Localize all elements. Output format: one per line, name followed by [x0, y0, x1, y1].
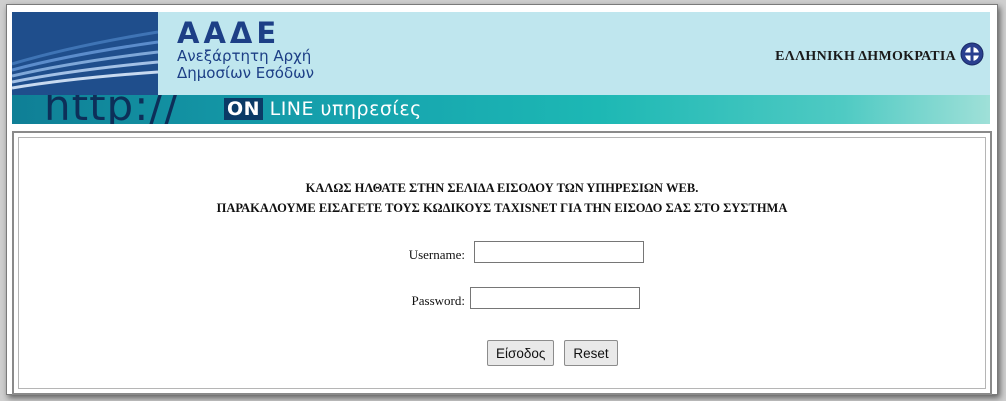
login-submit-button[interactable]: Είσοδος	[487, 340, 555, 366]
site-header: ΑΑΔΕ Ανεξάρτητη Αρχή Δημοσίων Εσόδων ΕΛΛ…	[12, 12, 990, 124]
banner-on-text: ON	[224, 98, 264, 120]
welcome-message: ΚΑΛΩΣ ΗΛΘΑΤΕ ΣΤΗΝ ΣΕΛΙΔΑ ΕΙΣΟΔΟΥ ΤΩΝ ΥΠΗ…	[19, 178, 985, 218]
agency-name: ΑΑΔΕ Ανεξάρτητη Αρχή Δημοσίων Εσόδων	[177, 18, 314, 82]
agency-name-line2: Δημοσίων Εσόδων	[177, 64, 315, 82]
banner-line-services-text: LINE υπηρεσίες	[263, 98, 422, 120]
login-panel-inner: ΚΑΛΩΣ ΗΛΘΑΤΕ ΣΤΗΝ ΣΕΛΙΔΑ ΕΙΣΟΔΟΥ ΤΩΝ ΥΠΗ…	[18, 137, 986, 389]
banner-http-text: http://	[44, 95, 180, 124]
agency-name-line1: Ανεξάρτητη Αρχή	[177, 47, 312, 65]
reset-button[interactable]: Reset	[564, 340, 618, 366]
password-row: Password:	[19, 287, 985, 313]
browser-window: ΑΑΔΕ Ανεξάρτητη Αρχή Δημοσίων Εσόδων ΕΛΛ…	[6, 4, 998, 395]
banner-online-services: ON LINE υπηρεσίες	[224, 98, 422, 120]
greek-emblem-icon	[960, 42, 984, 66]
username-label: Username:	[408, 247, 465, 262]
username-input[interactable]	[474, 241, 644, 263]
welcome-line-2: ΠΑΡΑΚΑΛΟΥΜΕ ΕΙΣΑΓΕΤΕ ΤΟΥΣ ΚΩΔΙΚΟΥΣ TAXIS…	[216, 201, 788, 215]
username-row: Username:	[19, 241, 985, 267]
welcome-line-1: ΚΑΛΩΣ ΗΛΘΑΤΕ ΣΤΗΝ ΣΕΛΙΔΑ ΕΙΣΟΔΟΥ ΤΩΝ ΥΠΗ…	[305, 181, 699, 195]
aade-logo-icon	[12, 12, 158, 95]
login-panel: ΚΑΛΩΣ ΗΛΘΑΤΕ ΣΤΗΝ ΣΕΛΙΔΑ ΕΙΣΟΔΟΥ ΤΩΝ ΥΠΗ…	[12, 131, 992, 395]
agency-abbreviation: ΑΑΔΕ	[177, 16, 281, 50]
password-input[interactable]	[470, 287, 640, 309]
online-services-banner: http:// ON LINE υπηρεσίες	[12, 95, 990, 124]
password-label: Password:	[411, 293, 465, 308]
form-buttons: Είσοδος Reset	[487, 340, 624, 366]
hellenic-republic-title: ΕΛΛΗΝΙΚΗ ΔΗΜΟΚΡΑΤΙΑ	[775, 49, 956, 64]
